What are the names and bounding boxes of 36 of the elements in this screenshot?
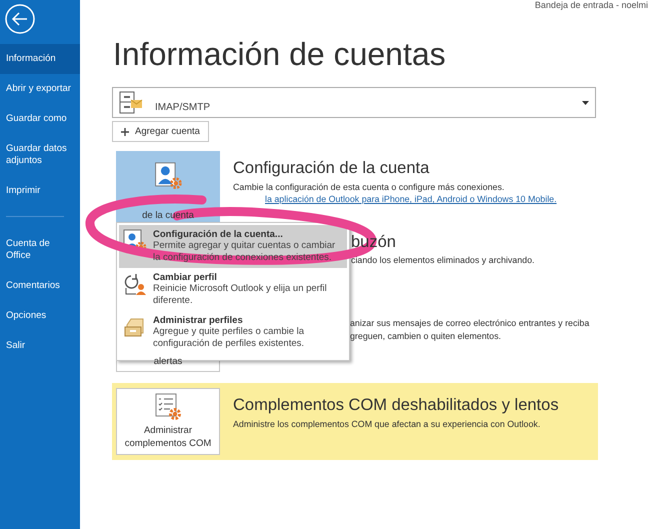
sidebar-item[interactable]: Abrir y exportar — [0, 74, 80, 104]
section-heading: Configuración de la cuenta — [233, 159, 430, 178]
sidebar-item[interactable]: Opciones — [0, 301, 80, 331]
sidebar-item[interactable]: Imprimir — [0, 176, 80, 206]
restart-person-icon — [123, 272, 147, 296]
back-icon — [5, 4, 35, 34]
section-text: ciando los elementos eliminados y archivando. — [351, 254, 536, 267]
person-gear-icon — [152, 162, 184, 190]
plus-icon — [121, 128, 129, 136]
sidebar-item[interactable]: Guardar datos adjuntos — [0, 134, 80, 176]
tile-button[interactable]: Administrar complementos COM — [116, 388, 220, 455]
menu-item[interactable]: Cambiar perfil Reinicie Microsoft Outlook y elija un perfil diferente. — [119, 268, 347, 311]
menu-item-title: Cambiar perfil — [153, 272, 218, 283]
sidebar-item[interactable]: Salir — [0, 331, 80, 361]
menu-item-description: Agregue y quite perfiles o cambie la configuración de perfiles existentes. — [153, 326, 306, 350]
window-title: Bandeja de entrada - noelmi — [534, 0, 648, 10]
menu-item[interactable]: Administrar perfiles Agregue y quite perfiles o cambie la configuración de perfiles existentes. — [119, 311, 347, 354]
add-account-button[interactable]: Agregar cuenta — [112, 121, 209, 142]
section-text-line: greguen, cambien o quiten elementos. — [350, 330, 502, 343]
sidebar-item[interactable]: Guardar como — [0, 104, 80, 134]
app-link[interactable]: la aplicación de Outlook para iPhone, iPad, Android o Windows 10 Mobile. — [265, 194, 557, 204]
section-text: Cambie la configuración de esta cuenta o configure más conexiones. — [233, 181, 506, 194]
file-cabinet-envelope-icon — [119, 90, 143, 114]
section-heading: Complementos COM deshabilitados y lentos — [233, 396, 559, 415]
dropdown-caret-icon — [582, 100, 589, 104]
account-dropdown[interactable]: IMAP/SMTP — [112, 87, 596, 118]
checklist-gear-icon — [154, 393, 182, 421]
menu-item-title: Administrar perfiles — [153, 315, 244, 326]
section-text-line: anizar sus mensajes de correo electrónico entrantes y reciba — [350, 317, 590, 330]
menu-item-description: Reinicie Microsoft Outlook y elija un perfil diferente. — [153, 283, 328, 307]
sidebar-item[interactable]: Información — [0, 44, 80, 74]
menu-item-title: Configuración de la cuenta... — [153, 229, 284, 240]
sidebar-item[interactable]: Cuenta de Office — [0, 229, 80, 271]
section-text: Administre los complementos COM que afectan a su experiencia con Outlook. — [233, 418, 542, 431]
page-title: Información de cuentas — [113, 36, 447, 73]
sidebar-item[interactable]: Comentarios — [0, 271, 80, 301]
